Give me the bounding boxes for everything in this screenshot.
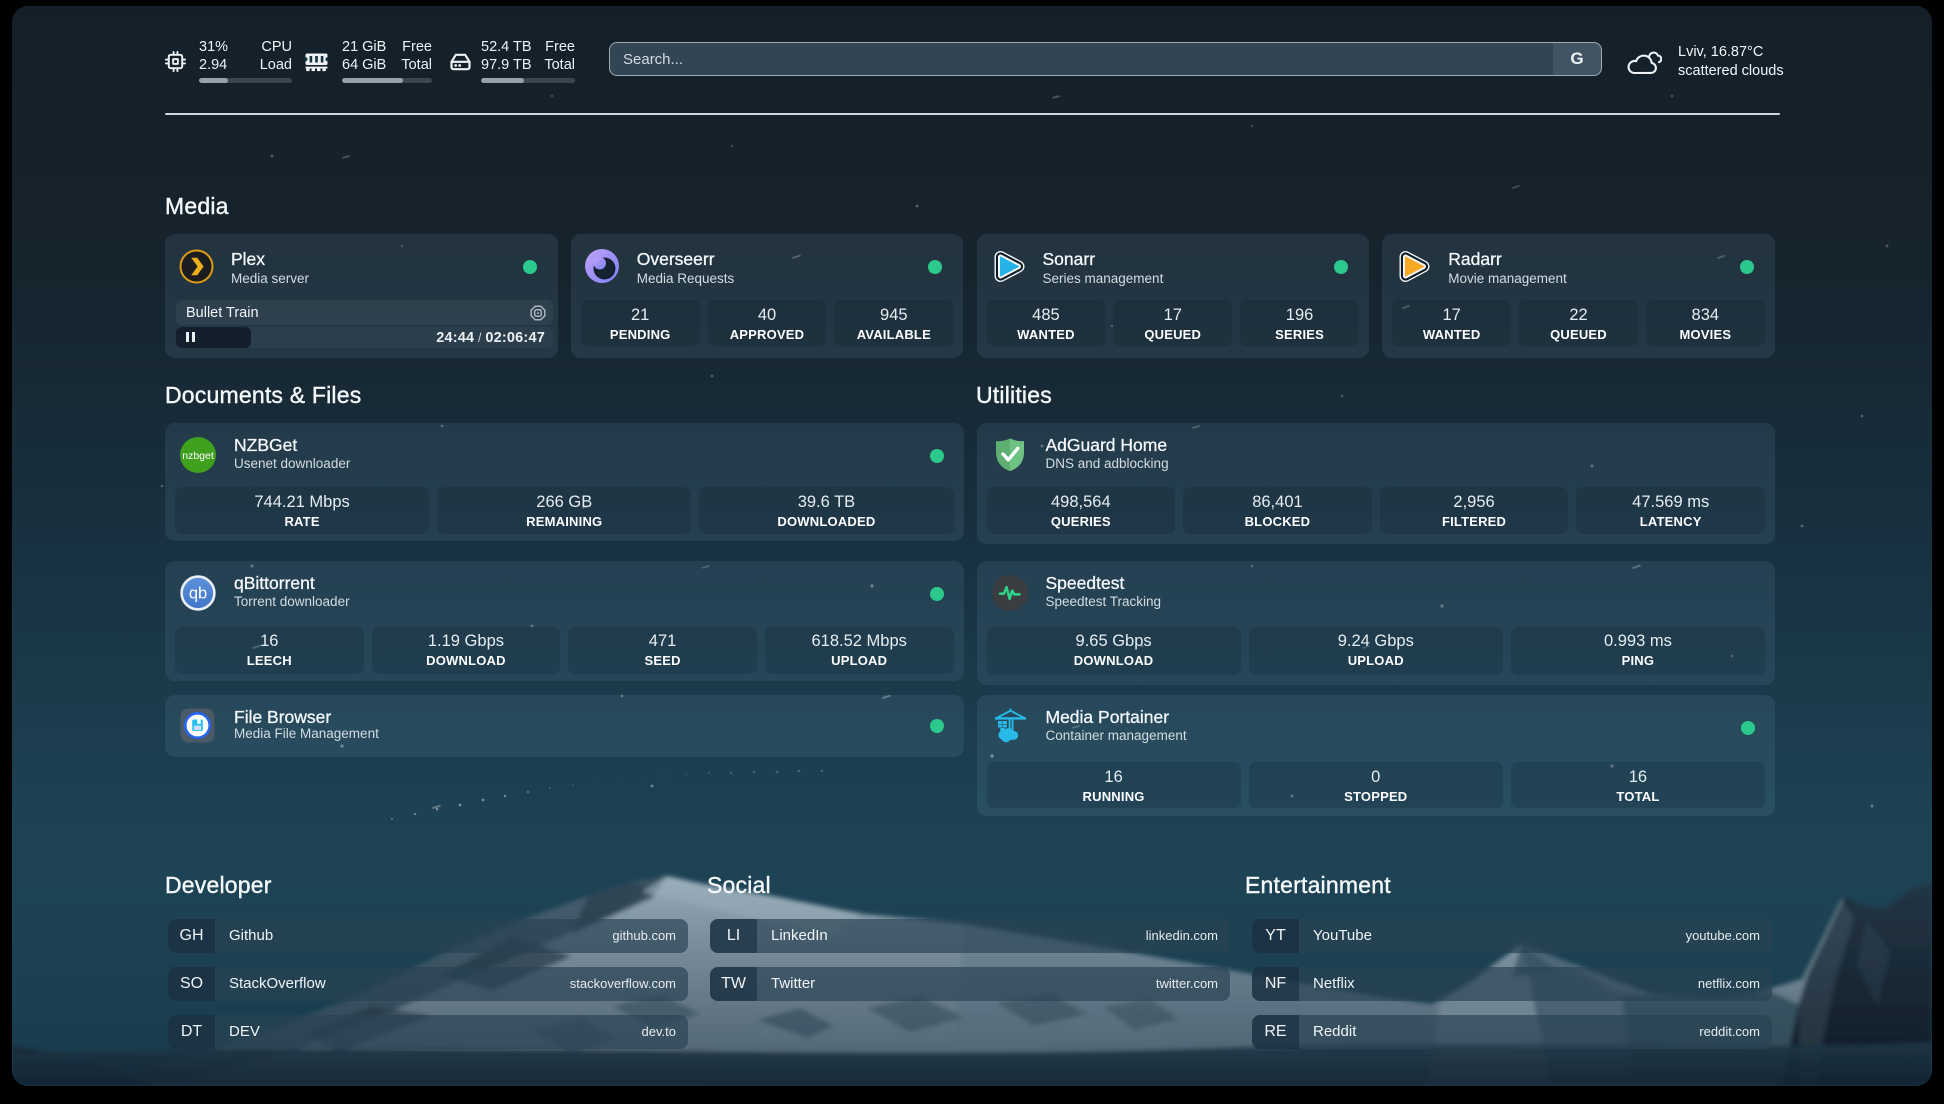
svg-text:qb: qb xyxy=(189,584,207,602)
svg-text:nzbget: nzbget xyxy=(182,450,214,462)
